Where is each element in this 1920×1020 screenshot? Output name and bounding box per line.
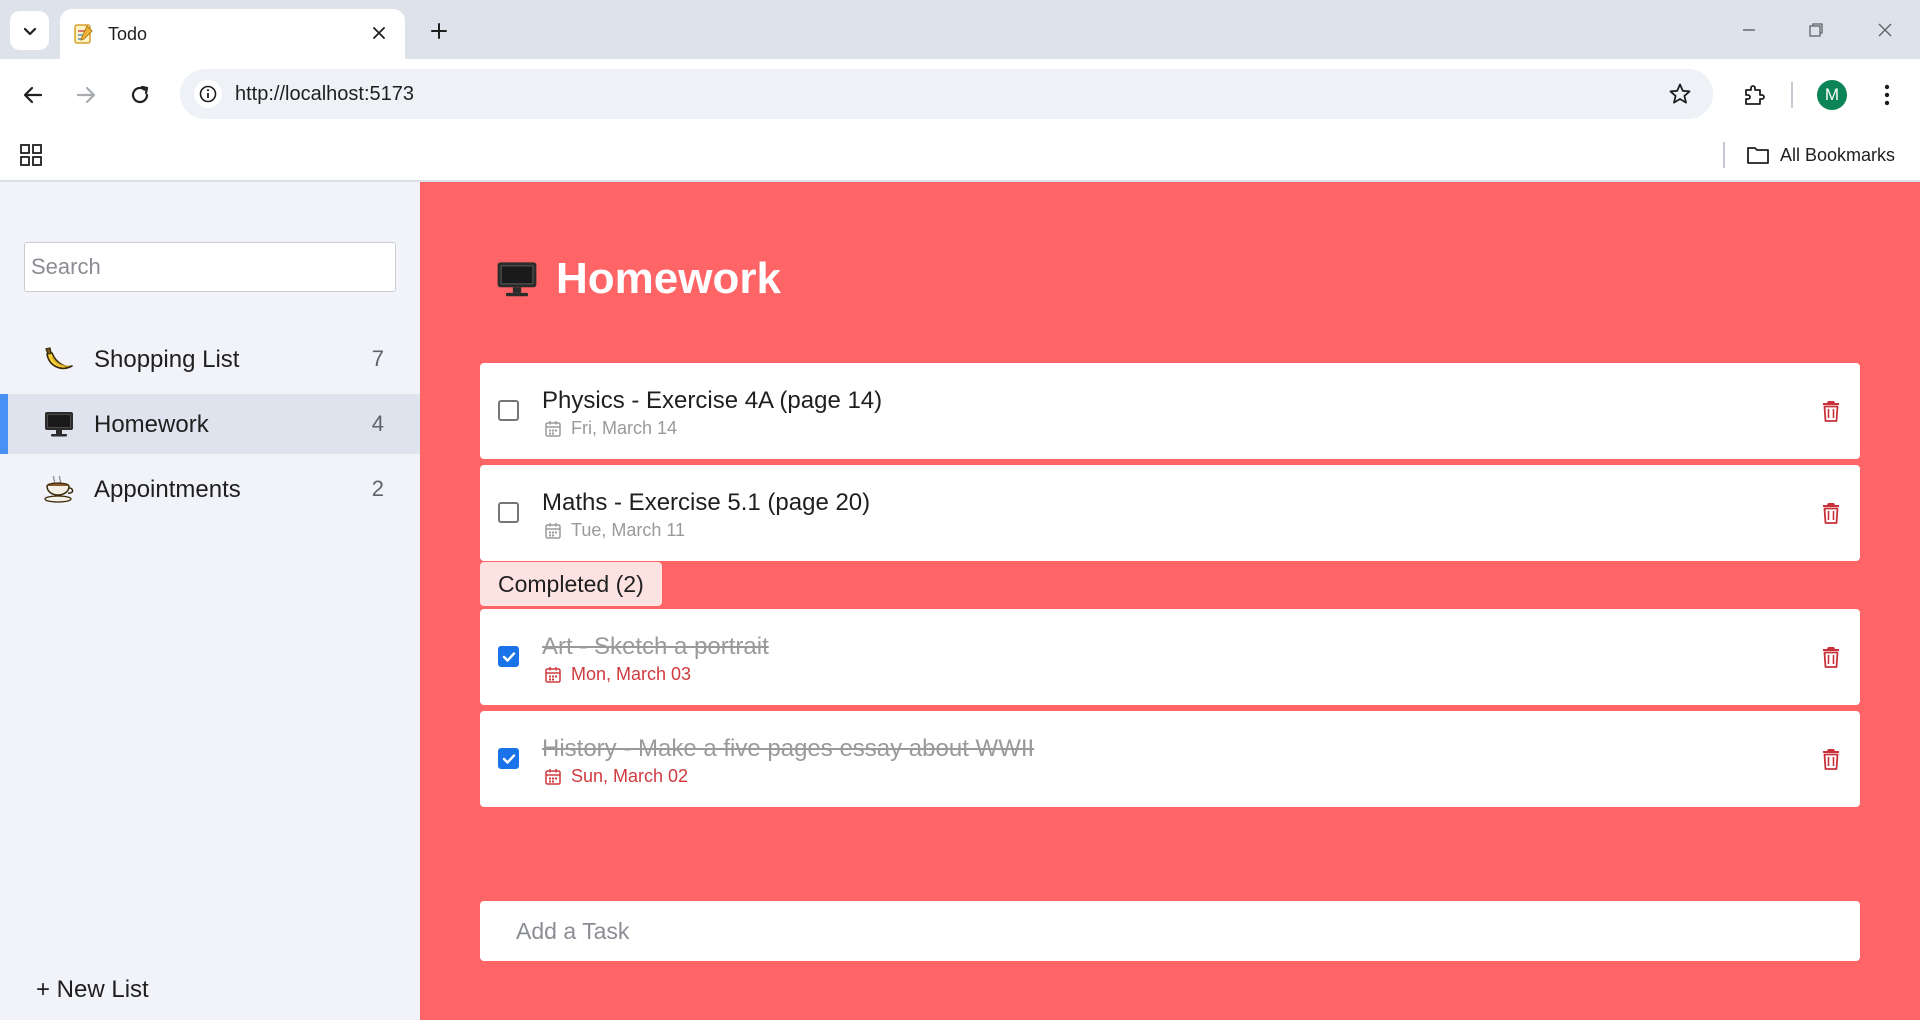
- new-tab-button[interactable]: [424, 16, 454, 46]
- arrow-left-icon: [23, 86, 43, 104]
- sidebar-item-count: 2: [371, 476, 384, 501]
- checkmark-icon: [502, 753, 515, 764]
- info-icon: [199, 85, 217, 103]
- task-title[interactable]: History - Make a five pages essay about …: [542, 735, 1034, 763]
- extensions-button[interactable]: [1735, 76, 1773, 114]
- back-button[interactable]: [14, 76, 52, 114]
- trash-icon: [1823, 503, 1839, 524]
- banana-icon: [42, 343, 76, 375]
- search-input[interactable]: [24, 242, 396, 292]
- puzzle-piece-icon: [1745, 85, 1765, 105]
- reload-button[interactable]: [121, 76, 159, 114]
- sidebar-item-count: 7: [371, 346, 384, 371]
- all-bookmarks-button[interactable]: All Bookmarks: [1746, 142, 1895, 168]
- close-window-button[interactable]: [1862, 13, 1908, 47]
- calendar-icon: [545, 420, 561, 437]
- browser-tab-todo[interactable]: Todo: [60, 9, 405, 59]
- sidebar-item-count: 4: [371, 411, 384, 436]
- task-item[interactable]: Physics - Exercise 4A (page 14) Fri, Mar…: [480, 363, 1860, 459]
- checkmark-icon: [502, 651, 515, 662]
- task-due-text: Mon, March 03: [571, 664, 692, 684]
- browser-menu-button[interactable]: [1868, 76, 1906, 114]
- sidebar-item-label: Homework: [94, 411, 209, 438]
- bookmarks-bar: All Bookmarks: [0, 130, 1920, 181]
- kebab-menu-icon: [1884, 84, 1890, 106]
- tab-close-button[interactable]: [367, 21, 391, 45]
- task-due-date: Mon, March 03: [544, 664, 691, 685]
- notepad-favicon-icon: [74, 24, 93, 44]
- task-item-completed[interactable]: Art - Sketch a portrait Mon, March 03: [480, 609, 1860, 705]
- task-due-text: Tue, March 11: [571, 520, 686, 540]
- calendar-icon: [545, 522, 561, 539]
- minimize-icon: [1743, 29, 1755, 31]
- arrow-right-icon: [76, 86, 96, 104]
- add-task-input[interactable]: [480, 901, 1860, 961]
- coffee-cup-icon: [42, 473, 76, 505]
- task-due-date: Tue, March 11: [544, 520, 685, 541]
- close-icon: [373, 27, 385, 39]
- bookmarks-divider: [1723, 142, 1725, 168]
- toolbar-divider: [1791, 82, 1793, 108]
- site-info-button[interactable]: [194, 80, 222, 108]
- apps-grid-icon[interactable]: [18, 142, 44, 168]
- chevron-down-icon: [23, 27, 36, 35]
- task-due-text: Fri, March 14: [571, 418, 678, 438]
- task-title[interactable]: Art - Sketch a portrait: [542, 633, 769, 661]
- task-title[interactable]: Maths - Exercise 5.1 (page 20): [542, 489, 870, 517]
- sidebar-item-shopping-list[interactable]: Shopping List 7: [0, 329, 420, 389]
- restore-window-button[interactable]: [1793, 13, 1839, 47]
- trash-icon: [1823, 749, 1839, 770]
- task-checkbox[interactable]: [498, 502, 519, 523]
- sidebar-item-label: Shopping List: [94, 346, 240, 373]
- new-list-button[interactable]: + New List: [36, 976, 149, 1004]
- trash-icon: [1823, 647, 1839, 668]
- task-item[interactable]: Maths - Exercise 5.1 (page 20) Tue, Marc…: [480, 465, 1860, 561]
- address-bar[interactable]: http://localhost:5173: [180, 69, 1713, 119]
- task-item-completed[interactable]: History - Make a five pages essay about …: [480, 711, 1860, 807]
- browser-toolbar: http://localhost:5173 M: [0, 59, 1920, 130]
- calendar-icon: [545, 768, 561, 785]
- delete-task-button[interactable]: [1820, 644, 1842, 670]
- url-text[interactable]: http://localhost:5173: [235, 83, 414, 106]
- browser-tab-strip: Todo: [0, 0, 1920, 59]
- task-due-date: Fri, March 14: [544, 418, 677, 439]
- sidebar-item-homework[interactable]: Homework 4: [0, 394, 420, 454]
- task-due-text: Sun, March 02: [571, 766, 689, 786]
- star-icon: [1669, 83, 1691, 104]
- plus-icon: [431, 23, 447, 39]
- task-checkbox-checked[interactable]: [498, 646, 519, 667]
- sidebar: Shopping List 7 Homework 4 Appointments: [0, 182, 420, 1020]
- tab-search-button[interactable]: [10, 11, 49, 50]
- task-checkbox[interactable]: [498, 400, 519, 421]
- restore-icon: [1809, 23, 1823, 37]
- delete-task-button[interactable]: [1820, 746, 1842, 772]
- sidebar-item-label: Appointments: [94, 476, 241, 503]
- computer-monitor-icon: [42, 408, 76, 440]
- task-checkbox-checked[interactable]: [498, 748, 519, 769]
- list-heading: Homework: [496, 254, 781, 304]
- task-due-date: Sun, March 02: [544, 766, 688, 787]
- sidebar-item-appointments[interactable]: Appointments 2: [0, 459, 420, 519]
- minimize-window-button[interactable]: [1726, 13, 1772, 47]
- close-icon: [1878, 23, 1892, 37]
- all-bookmarks-label: All Bookmarks: [1780, 144, 1896, 165]
- folder-icon: [1747, 147, 1769, 164]
- computer-monitor-icon: [496, 261, 538, 297]
- task-title[interactable]: Physics - Exercise 4A (page 14): [542, 387, 882, 415]
- calendar-icon: [545, 666, 561, 683]
- profile-avatar[interactable]: M: [1817, 80, 1847, 110]
- reload-icon: [131, 85, 149, 104]
- bookmark-star-button[interactable]: [1667, 81, 1693, 107]
- completed-section-toggle[interactable]: Completed (2): [480, 562, 662, 606]
- trash-icon: [1823, 401, 1839, 422]
- main-panel: Homework Physics - Exercise 4A (page 14)…: [420, 182, 1920, 1020]
- page-title: Homework: [556, 254, 781, 303]
- forward-button[interactable]: [67, 76, 105, 114]
- delete-task-button[interactable]: [1820, 398, 1842, 424]
- tab-title: Todo: [108, 24, 148, 44]
- delete-task-button[interactable]: [1820, 500, 1842, 526]
